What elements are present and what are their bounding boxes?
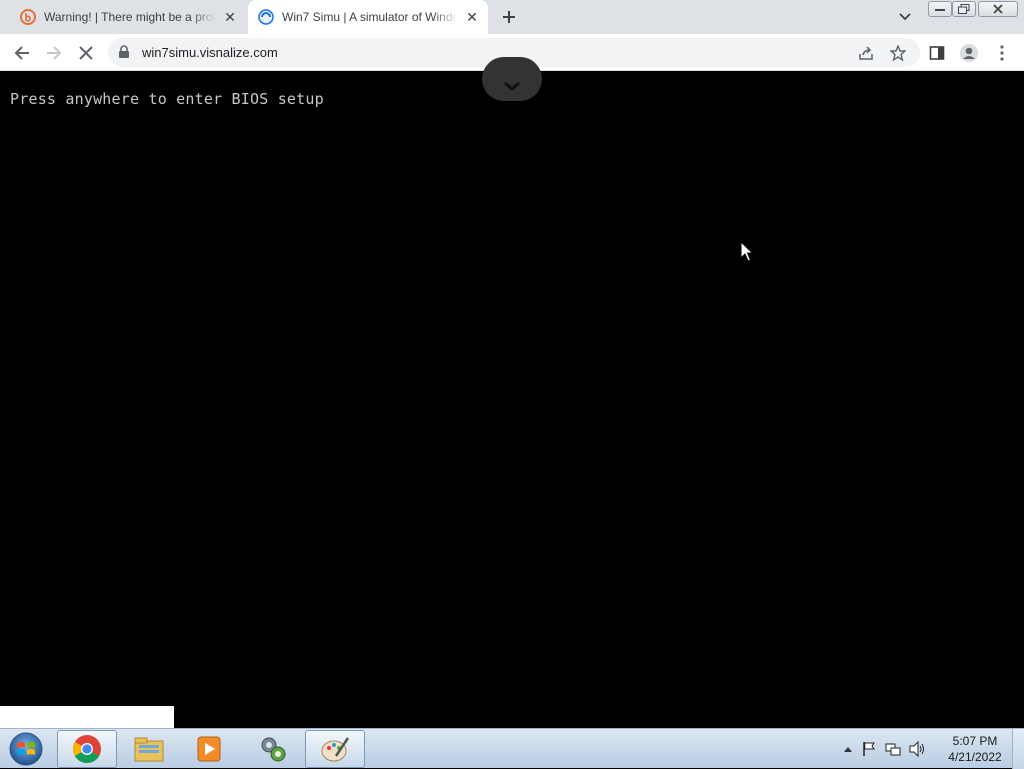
stop-loading-button[interactable] bbox=[75, 42, 97, 64]
new-tab-button[interactable] bbox=[497, 5, 521, 29]
star-icon bbox=[890, 45, 906, 61]
clock-date: 4/21/2022 bbox=[948, 750, 1002, 764]
plus-icon bbox=[503, 11, 515, 23]
explorer-icon bbox=[134, 737, 164, 762]
chevron-down-icon bbox=[899, 13, 911, 21]
more-vertical-icon bbox=[1000, 45, 1004, 61]
arrow-left-icon bbox=[14, 46, 29, 60]
profile-icon bbox=[960, 44, 978, 62]
close-icon bbox=[993, 4, 1003, 14]
tab-warning[interactable]: Warning! | There might be a problem ✕ bbox=[12, 0, 244, 34]
close-tab-icon[interactable]: ✕ bbox=[464, 9, 480, 25]
stop-icon bbox=[79, 46, 93, 60]
lock-icon[interactable] bbox=[118, 45, 130, 59]
bios-screen[interactable]: Press anywhere to enter BIOS setup bbox=[0, 57, 1024, 728]
browser-tab-strip: Warning! | There might be a problem ✕ Wi… bbox=[0, 0, 1024, 34]
tab-title: Warning! | There might be a problem bbox=[44, 10, 216, 24]
forward-button[interactable] bbox=[43, 42, 65, 64]
media-player-icon bbox=[197, 736, 221, 762]
network-icon[interactable] bbox=[885, 741, 901, 757]
white-overlay-box bbox=[0, 706, 174, 728]
tab-title: Win7 Simu | A simulator of Windows 7 bbox=[282, 10, 458, 24]
chrome-icon bbox=[73, 735, 101, 763]
taskbar-chrome[interactable] bbox=[57, 730, 117, 768]
show-desktop-button[interactable] bbox=[1012, 729, 1024, 769]
taskbar-explorer[interactable] bbox=[119, 730, 179, 768]
restore-icon bbox=[958, 4, 970, 14]
profile-button[interactable] bbox=[958, 42, 980, 64]
url-text[interactable]: win7simu.visnalize.com bbox=[142, 45, 278, 60]
minimize-button[interactable] bbox=[928, 1, 952, 17]
browser-menu-button[interactable] bbox=[991, 42, 1013, 64]
close-window-button[interactable] bbox=[978, 1, 1018, 17]
show-hidden-icons-icon[interactable] bbox=[843, 745, 853, 753]
arrow-right-icon bbox=[47, 46, 62, 60]
taskbar-control-panel[interactable] bbox=[243, 730, 303, 768]
close-tab-icon[interactable]: ✕ bbox=[222, 9, 238, 25]
share-icon bbox=[859, 46, 873, 60]
volume-icon[interactable] bbox=[909, 741, 927, 757]
bios-prompt-text: Press anywhere to enter BIOS setup bbox=[10, 90, 324, 108]
taskbar-paint[interactable] bbox=[305, 730, 365, 768]
pull-down-tab[interactable] bbox=[482, 57, 542, 101]
start-button[interactable] bbox=[6, 731, 46, 767]
clock-time: 5:07 PM bbox=[952, 734, 998, 748]
side-panel-button[interactable] bbox=[926, 42, 948, 64]
side-panel-icon bbox=[929, 46, 945, 60]
tab-search-button[interactable] bbox=[896, 8, 914, 26]
mouse-cursor-icon bbox=[740, 241, 754, 262]
win7simu-site-icon bbox=[258, 9, 274, 25]
chevron-down-icon bbox=[504, 81, 520, 91]
tab-win7simu[interactable]: Win7 Simu | A simulator of Windows 7 ✕ bbox=[248, 0, 488, 34]
windows-taskbar: 5:07 PM 4/21/2022 bbox=[0, 728, 1024, 769]
control-panel-icon bbox=[261, 737, 286, 762]
bookmark-button[interactable] bbox=[887, 42, 909, 64]
taskbar-media-player[interactable] bbox=[179, 730, 239, 768]
paint-icon bbox=[321, 737, 350, 762]
action-center-flag-icon[interactable] bbox=[861, 741, 877, 757]
share-button[interactable] bbox=[855, 42, 877, 64]
warning-site-icon bbox=[20, 9, 36, 25]
minimize-icon bbox=[935, 9, 945, 11]
system-tray bbox=[843, 729, 927, 769]
back-button[interactable] bbox=[11, 42, 33, 64]
system-clock[interactable]: 5:07 PM 4/21/2022 bbox=[940, 733, 1010, 765]
restore-button[interactable] bbox=[952, 1, 976, 17]
